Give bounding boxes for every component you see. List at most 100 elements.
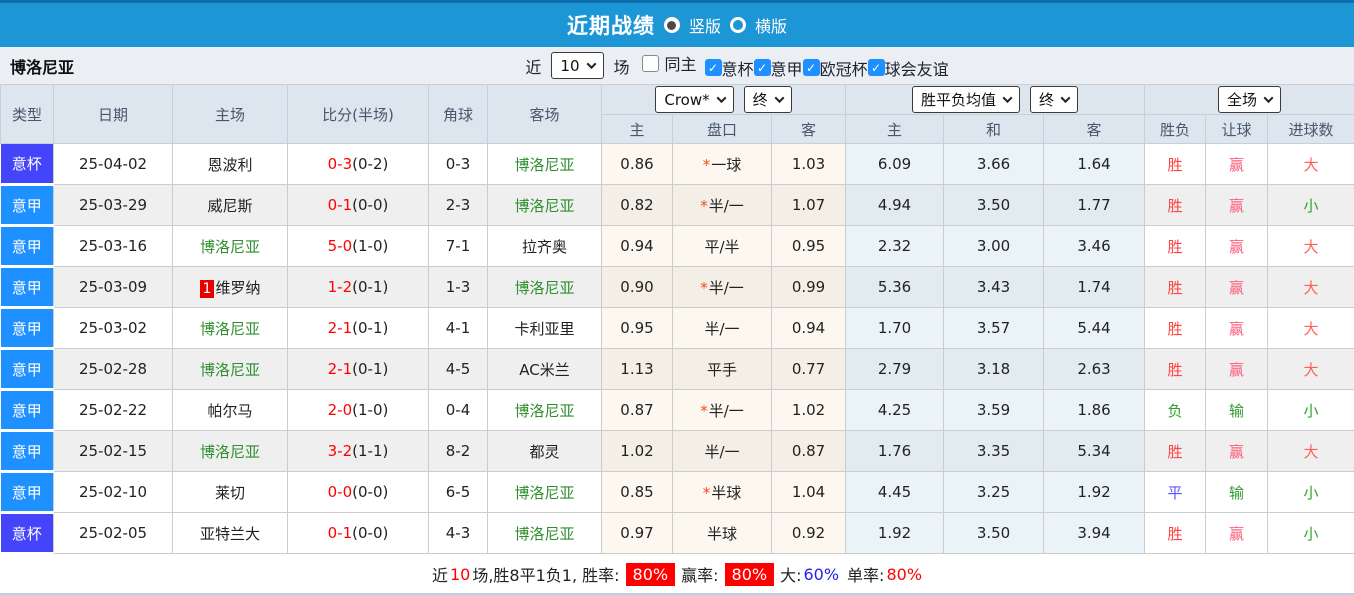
- cell-corner: 4-5: [428, 348, 488, 390]
- cell-avg-away: 5.44: [1043, 307, 1146, 349]
- cell-type: 意甲: [0, 389, 54, 432]
- rank-badge: 1: [199, 279, 215, 298]
- summary-near: 近: [431, 566, 448, 585]
- cell-avg-home: 4.94: [845, 184, 945, 226]
- cell-avg-draw: 3.66: [943, 143, 1045, 185]
- cell-result-handicap: 赢: [1205, 184, 1269, 226]
- cell-odds-home: 0.87: [601, 389, 673, 431]
- cell-avg-home: 1.92: [845, 512, 945, 554]
- cell-avg-draw: 3.25: [943, 471, 1045, 513]
- results-table: 类型 日期 主场 比分(半场) 角球 客场 Crow* 终 胜平负均值 终 全场…: [0, 84, 1354, 555]
- cell-avg-home: 4.25: [845, 389, 945, 431]
- cell-result-goals: 大: [1267, 225, 1354, 267]
- cell-result-handicap: 赢: [1205, 307, 1269, 349]
- cell-corner: 6-5: [428, 471, 488, 513]
- competition-checkboxes: 同主 ✓ 意杯 ✓ 意甲 ✓ 欧冠杯 ✓ 球会友谊: [641, 51, 949, 80]
- filter-checkbox-2[interactable]: ✓: [753, 59, 771, 77]
- col-odds-home: 主: [601, 114, 673, 144]
- cell-result-winlose: 胜: [1144, 307, 1207, 349]
- cell-odds-home: 0.94: [601, 225, 673, 267]
- filter-checkbox-label-4[interactable]: 球会友谊: [885, 56, 949, 80]
- title-bar: 近期战绩 竖版 横版: [0, 0, 1354, 47]
- filter-checkbox-3[interactable]: ✓: [802, 59, 820, 77]
- cell-type: 意杯: [0, 512, 54, 555]
- col-score: 比分(半场): [287, 84, 429, 144]
- cell-home: 帕尔马: [172, 389, 288, 431]
- cell-handicap: *一球: [672, 143, 772, 185]
- cell-home: 博洛尼亚: [172, 348, 288, 390]
- horizontal-layout-radio[interactable]: [730, 17, 746, 33]
- summary-count: 10: [449, 564, 471, 584]
- cell-result-winlose: 平: [1144, 471, 1207, 513]
- cell-avg-draw: 3.50: [943, 184, 1045, 226]
- cell-odds-away: 1.04: [771, 471, 847, 513]
- cell-score: 2-1(0-1): [287, 348, 429, 390]
- cell-odds-home: 1.13: [601, 348, 673, 390]
- col-result-handicap: 让球: [1205, 114, 1269, 144]
- cell-away: 博洛尼亚: [487, 143, 602, 185]
- cell-score: 0-1(0-0): [287, 512, 429, 554]
- filter-checkbox-label-0[interactable]: 同主: [665, 51, 697, 75]
- col-avg-home: 主: [845, 114, 945, 144]
- cell-home: 威尼斯: [172, 184, 288, 226]
- result-scope-select[interactable]: 全场: [1218, 86, 1282, 113]
- star-mark: *: [700, 278, 708, 297]
- cell-corner: 0-4: [428, 389, 488, 431]
- cell-date: 25-02-05: [53, 512, 173, 554]
- cell-date: 25-02-22: [53, 389, 173, 431]
- vertical-layout-radio[interactable]: [663, 17, 680, 33]
- cell-type: 意甲: [0, 348, 54, 391]
- table-row: 意甲 25-03-09 1 维罗纳 1-2(0-1) 1-3 博洛尼亚 0.90 *半/一 0.9…: [0, 266, 1354, 309]
- horizontal-layout-label[interactable]: 横版: [755, 13, 787, 37]
- filter-bar: 博洛尼亚 近 10 场 同主 ✓ 意杯 ✓ 意甲 ✓ 欧冠杯 ✓ 球会友谊: [0, 47, 1354, 84]
- cell-handicap: 半/一: [672, 430, 772, 472]
- filter-checkbox-label-1[interactable]: 意杯: [722, 56, 754, 80]
- col-result-goals: 进球数: [1267, 114, 1354, 144]
- filter-checkbox-group-4: ✓ 球会友谊: [867, 56, 949, 80]
- cell-avg-away: 1.77: [1043, 184, 1146, 226]
- cell-score: 0-1(0-0): [287, 184, 429, 226]
- cell-avg-away: 1.64: [1043, 143, 1146, 185]
- cell-odds-away: 0.94: [771, 307, 847, 349]
- cell-result-winlose: 胜: [1144, 184, 1207, 226]
- result-group-header: 全场: [1144, 84, 1354, 115]
- cell-result-goals: 小: [1267, 471, 1354, 513]
- table-row: 意甲 25-03-16 博洛尼亚 5-0(1-0) 7-1 拉齐奥 0.94 平/半 0.95 2…: [0, 225, 1354, 268]
- cell-avg-home: 1.70: [845, 307, 945, 349]
- avg-source-select[interactable]: 胜平负均值: [912, 86, 1021, 113]
- cell-avg-draw: 3.35: [943, 430, 1045, 472]
- cell-avg-draw: 3.57: [943, 307, 1045, 349]
- cell-type: 意甲: [0, 266, 54, 309]
- filter-checkbox-1[interactable]: ✓: [704, 59, 722, 77]
- chevron-down-icon: [1060, 93, 1071, 104]
- da-label: 大:: [780, 566, 802, 585]
- filter-checkbox-label-3[interactable]: 欧冠杯: [820, 56, 868, 80]
- avg-time-select[interactable]: 终: [1030, 86, 1079, 113]
- cell-away: AC米兰: [487, 348, 602, 390]
- cell-avg-away: 3.46: [1043, 225, 1146, 267]
- recent-count-select[interactable]: 10: [551, 52, 604, 79]
- filter-checkbox-label-2[interactable]: 意甲: [771, 56, 803, 80]
- cell-avg-home: 4.45: [845, 471, 945, 513]
- col-handicap: 盘口: [672, 114, 772, 144]
- ying-rate-badge: 80%: [724, 562, 775, 586]
- odds-company-select[interactable]: Crow*: [655, 86, 734, 113]
- avg-group-header: 胜平负均值 终: [845, 84, 1146, 115]
- cell-odds-home: 1.02: [601, 430, 673, 472]
- vertical-layout-label[interactable]: 竖版: [689, 13, 721, 37]
- table-row: 意杯 25-02-05 亚特兰大 0-1(0-0) 4-3 博洛尼亚 0.97 半球 0.92 1…: [0, 512, 1354, 555]
- filter-checkbox-0[interactable]: [641, 54, 659, 72]
- cell-away: 博洛尼亚: [487, 266, 602, 308]
- filter-checkbox-4[interactable]: ✓: [867, 59, 885, 77]
- da-rate-value: 60%: [803, 564, 840, 584]
- filter-checkbox-group-1: ✓ 意杯: [704, 56, 754, 80]
- cell-home: 恩波利: [172, 143, 288, 185]
- table-row: 意甲 25-03-02 博洛尼亚 2-1(0-1) 4-1 卡利亚里 0.95 半/一 0.94…: [0, 307, 1354, 350]
- table-row: 意甲 25-02-10 莱切 0-0(0-0) 6-5 博洛尼亚 0.85 *半球 1.04 4.…: [0, 471, 1354, 514]
- cell-type: 意甲: [0, 430, 54, 473]
- cell-odds-home: 0.86: [601, 143, 673, 185]
- odds-time-select[interactable]: 终: [743, 86, 792, 113]
- table-row: 意甲 25-02-28 博洛尼亚 2-1(0-1) 4-5 AC米兰 1.13 平手 0.77 2…: [0, 348, 1354, 391]
- cell-corner: 7-1: [428, 225, 488, 267]
- chevron-down-icon: [774, 93, 785, 104]
